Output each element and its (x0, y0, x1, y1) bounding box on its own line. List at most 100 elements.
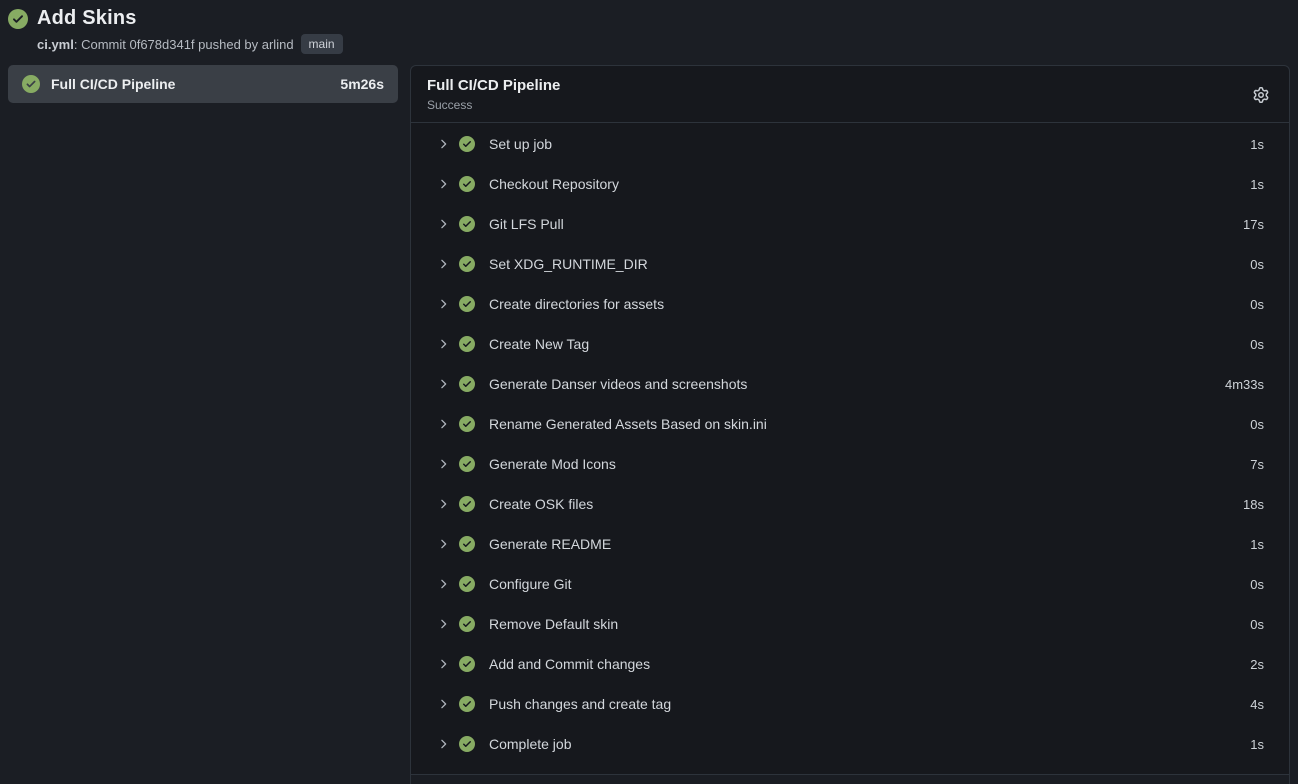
branch-badge[interactable]: main (301, 34, 343, 54)
step-label: Configure Git (489, 576, 1250, 592)
run-subtitle: ci.yml: Commit 0f678d341f pushed by arli… (37, 34, 1288, 54)
step-success-icon (459, 736, 475, 752)
commit-summary: : Commit 0f678d341f pushed by arlind (74, 37, 294, 52)
step-duration: 0s (1250, 257, 1264, 272)
step-duration: 18s (1243, 497, 1264, 512)
chevron-right-icon (436, 457, 450, 471)
step-success-icon (459, 656, 475, 672)
workflow-file-name: ci.yml (37, 37, 74, 52)
step-success-icon (459, 696, 475, 712)
chevron-right-icon (436, 697, 450, 711)
step-duration: 17s (1243, 217, 1264, 232)
panel-job-title: Full CI/CD Pipeline (427, 77, 560, 94)
step-success-icon (459, 176, 475, 192)
step-label: Push changes and create tag (489, 696, 1250, 712)
step-success-icon (459, 456, 475, 472)
step-row-13[interactable]: Add and Commit changes 2s (411, 644, 1289, 684)
chevron-right-icon (436, 537, 450, 551)
step-label: Remove Default skin (489, 616, 1250, 632)
step-success-icon (459, 216, 475, 232)
step-label: Generate Danser videos and screenshots (489, 376, 1225, 392)
step-success-icon (459, 616, 475, 632)
step-duration: 0s (1250, 577, 1264, 592)
panel-header: Full CI/CD Pipeline Success (411, 66, 1289, 123)
chevron-right-icon (436, 497, 450, 511)
step-row-2[interactable]: Git LFS Pull 17s (411, 204, 1289, 244)
step-duration: 1s (1250, 737, 1264, 752)
step-label: Create New Tag (489, 336, 1250, 352)
chevron-right-icon (436, 617, 450, 631)
step-duration: 4s (1250, 697, 1264, 712)
chevron-right-icon (436, 417, 450, 431)
chevron-right-icon (436, 297, 450, 311)
step-label: Create directories for assets (489, 296, 1250, 312)
step-row-7[interactable]: Rename Generated Assets Based on skin.in… (411, 404, 1289, 444)
run-header: Add Skins ci.yml: Commit 0f678d341f push… (0, 0, 1298, 65)
chevron-right-icon (436, 737, 450, 751)
step-label: Create OSK files (489, 496, 1243, 512)
log-settings-button[interactable] (1249, 83, 1273, 107)
step-row-9[interactable]: Create OSK files 18s (411, 484, 1289, 524)
chevron-right-icon (436, 177, 450, 191)
step-duration: 1s (1250, 537, 1264, 552)
step-label: Checkout Repository (489, 176, 1250, 192)
chevron-right-icon (436, 137, 450, 151)
step-label: Generate Mod Icons (489, 456, 1250, 472)
jobs-sidebar: Full CI/CD Pipeline 5m26s (8, 65, 398, 103)
panel-footer (411, 774, 1289, 784)
step-duration: 7s (1250, 457, 1264, 472)
step-success-icon (459, 136, 475, 152)
step-row-6[interactable]: Generate Danser videos and screenshots 4… (411, 364, 1289, 404)
step-success-icon (459, 376, 475, 392)
step-row-15[interactable]: Complete job 1s (411, 724, 1289, 764)
chevron-right-icon (436, 657, 450, 671)
job-success-icon (22, 75, 40, 93)
job-log-panel: Full CI/CD Pipeline Success Set up job 1… (410, 65, 1290, 784)
chevron-right-icon (436, 377, 450, 391)
step-success-icon (459, 576, 475, 592)
chevron-right-icon (436, 337, 450, 351)
gear-icon (1253, 87, 1269, 103)
step-row-10[interactable]: Generate README 1s (411, 524, 1289, 564)
step-success-icon (459, 256, 475, 272)
step-label: Set up job (489, 136, 1250, 152)
job-duration: 5m26s (340, 76, 384, 92)
step-label: Git LFS Pull (489, 216, 1243, 232)
sidebar-job-full-pipeline[interactable]: Full CI/CD Pipeline 5m26s (8, 65, 398, 103)
step-label: Generate README (489, 536, 1250, 552)
step-duration: 0s (1250, 297, 1264, 312)
step-label: Rename Generated Assets Based on skin.in… (489, 416, 1250, 432)
step-success-icon (459, 336, 475, 352)
run-success-icon (8, 9, 28, 29)
step-label: Set XDG_RUNTIME_DIR (489, 256, 1250, 272)
step-duration: 0s (1250, 337, 1264, 352)
chevron-right-icon (436, 257, 450, 271)
step-duration: 2s (1250, 657, 1264, 672)
step-row-5[interactable]: Create New Tag 0s (411, 324, 1289, 364)
step-row-11[interactable]: Configure Git 0s (411, 564, 1289, 604)
step-success-icon (459, 536, 475, 552)
run-title: Add Skins (37, 7, 137, 30)
step-row-14[interactable]: Push changes and create tag 4s (411, 684, 1289, 724)
step-success-icon (459, 296, 475, 312)
steps-list: Set up job 1s Checkout Repository 1s Git… (411, 123, 1289, 774)
step-duration: 0s (1250, 617, 1264, 632)
step-success-icon (459, 496, 475, 512)
step-row-3[interactable]: Set XDG_RUNTIME_DIR 0s (411, 244, 1289, 284)
step-row-1[interactable]: Checkout Repository 1s (411, 164, 1289, 204)
run-content: Full CI/CD Pipeline 5m26s Full CI/CD Pip… (0, 65, 1298, 784)
chevron-right-icon (436, 217, 450, 231)
step-label: Add and Commit changes (489, 656, 1250, 672)
step-label: Complete job (489, 736, 1250, 752)
chevron-right-icon (436, 577, 450, 591)
step-row-0[interactable]: Set up job 1s (411, 124, 1289, 164)
step-duration: 4m33s (1225, 377, 1264, 392)
step-row-12[interactable]: Remove Default skin 0s (411, 604, 1289, 644)
step-row-8[interactable]: Generate Mod Icons 7s (411, 444, 1289, 484)
job-name: Full CI/CD Pipeline (51, 76, 329, 92)
panel-job-status: Success (427, 98, 560, 112)
step-row-4[interactable]: Create directories for assets 0s (411, 284, 1289, 324)
step-duration: 0s (1250, 417, 1264, 432)
step-success-icon (459, 416, 475, 432)
step-duration: 1s (1250, 177, 1264, 192)
